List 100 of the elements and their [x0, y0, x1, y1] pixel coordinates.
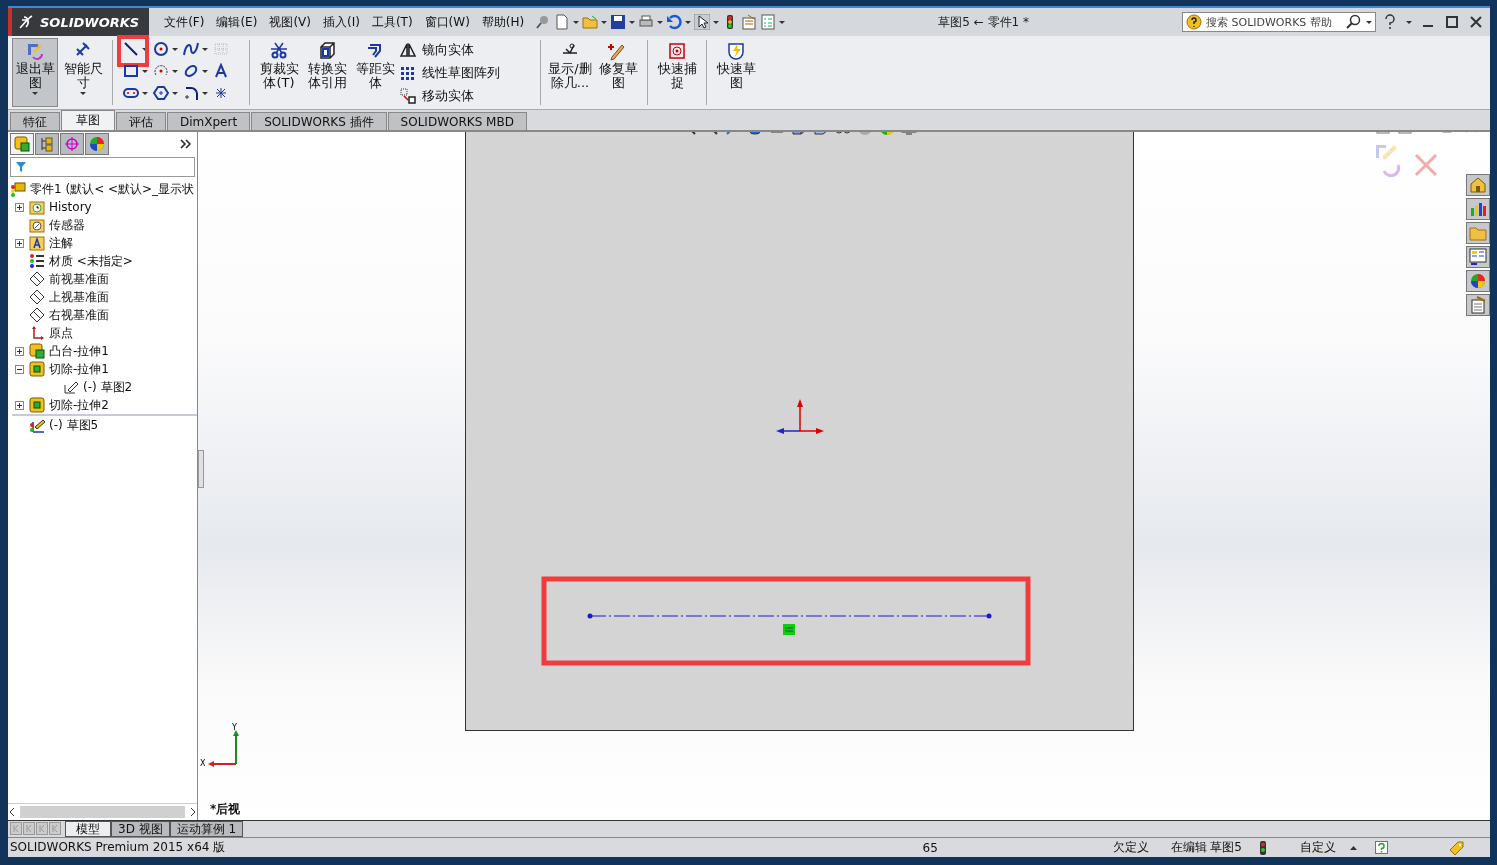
circle-tool-icon[interactable]: [153, 41, 169, 57]
tree-item[interactable]: 切除-拉伸1: [49, 360, 109, 378]
ribbon-tab[interactable]: SOLIDWORKS MBD: [387, 112, 527, 130]
printer-icon[interactable]: [638, 14, 655, 30]
units-menu[interactable]: 自定义: [1300, 839, 1336, 856]
model-tab[interactable]: 运动算例 1: [169, 821, 244, 837]
dot-grid-icon[interactable]: [400, 64, 416, 81]
ribbon-button[interactable]: 修复草图: [595, 38, 641, 107]
expand-toggle-icon[interactable]: [15, 238, 24, 248]
traffic-light-icon[interactable]: [1258, 840, 1268, 855]
ribbon-button[interactable]: 快速草图: [713, 38, 759, 107]
centerline-drawing[interactable]: [587, 613, 992, 619]
maximize-icon[interactable]: [1444, 14, 1460, 30]
polygon-tool-icon[interactable]: [153, 85, 169, 101]
collapse-toggle-icon[interactable]: [15, 364, 24, 374]
ribbon-tab[interactable]: 评估: [116, 112, 166, 130]
undo-icon[interactable]: [666, 14, 683, 30]
menu-item[interactable]: 视图(V): [264, 11, 316, 33]
options-icon[interactable]: [741, 14, 758, 30]
caret-icon[interactable]: [202, 68, 208, 74]
ribbon-button[interactable]: 移动实体: [400, 86, 534, 105]
save-icon[interactable]: [610, 14, 627, 30]
caret-icon[interactable]: [202, 90, 208, 96]
expand-toggle-icon[interactable]: [15, 346, 24, 356]
tree-item[interactable]: 切除-拉伸2: [49, 396, 109, 414]
menu-item[interactable]: 插入(I): [317, 11, 365, 33]
tree-item[interactable]: 右视基准面: [49, 306, 109, 324]
tree-item[interactable]: 零件1 (默认< <默认>_显示状: [30, 180, 195, 198]
caret-icon[interactable]: [172, 90, 178, 96]
ribbon-tab[interactable]: SOLIDWORKS 插件: [251, 112, 387, 130]
double-chevron-icon[interactable]: [180, 138, 191, 150]
tree-item[interactable]: 前视基准面: [49, 270, 109, 288]
caret-icon[interactable]: [779, 19, 786, 25]
caret-icon[interactable]: [172, 68, 178, 74]
checklist-icon[interactable]: [760, 14, 777, 30]
task-pane-tab[interactable]: [1466, 294, 1490, 316]
menu-item[interactable]: 帮助(H): [476, 11, 530, 33]
menu-item[interactable]: 文件(F): [159, 11, 210, 33]
caret-icon[interactable]: [202, 46, 208, 52]
tree-item[interactable]: 材质 <未指定>: [49, 252, 133, 270]
tree-item[interactable]: 原点: [49, 324, 73, 342]
caret-icon[interactable]: [629, 19, 636, 25]
move-icon[interactable]: [400, 87, 416, 104]
tree-item[interactable]: 凸台-拉伸1: [49, 342, 109, 360]
fillet-tool-icon[interactable]: [183, 85, 199, 101]
search-field[interactable]: 搜索 SOLIDWORKS 帮助: [1182, 12, 1376, 32]
help-icon[interactable]: [1382, 14, 1398, 30]
caret-icon[interactable]: [713, 19, 720, 25]
ribbon-button[interactable]: 镜向实体: [400, 40, 534, 59]
model-tab[interactable]: 模型: [65, 821, 111, 837]
caret-icon[interactable]: [142, 46, 148, 52]
target-icon[interactable]: [667, 41, 687, 61]
pointer-icon[interactable]: [694, 14, 711, 30]
rectangle-tool-icon[interactable]: [123, 63, 139, 79]
ribbon-button[interactable]: 转换实体引用: [304, 38, 350, 107]
tree-item[interactable]: 传感器: [49, 216, 85, 234]
caret-icon[interactable]: [142, 90, 148, 96]
panel-tab[interactable]: [10, 133, 34, 155]
ribbon-button[interactable]: 智能尺寸: [60, 38, 106, 107]
close-icon[interactable]: [1468, 14, 1484, 30]
ribbon-tab[interactable]: 特征: [10, 112, 60, 130]
tree-item[interactable]: (-) 草图2: [83, 378, 133, 396]
point-tool-icon[interactable]: [213, 85, 229, 101]
menu-item[interactable]: 工具(T): [366, 11, 418, 33]
ribbon-button[interactable]: 剪裁实体(T): [256, 38, 302, 107]
tree-item[interactable]: 上视基准面: [49, 288, 109, 306]
tag-icon[interactable]: [1448, 839, 1464, 856]
task-pane-tab[interactable]: [1466, 246, 1490, 268]
text-tool-icon[interactable]: [213, 63, 229, 79]
panel-tab[interactable]: [85, 133, 109, 155]
ellipse-tool-icon[interactable]: [183, 63, 199, 79]
expand-toggle-icon[interactable]: [15, 400, 24, 410]
task-pane-tab[interactable]: [1466, 198, 1490, 220]
spline-tool-icon[interactable]: [183, 41, 199, 57]
caret-icon[interactable]: [601, 19, 608, 25]
caret-icon[interactable]: [142, 68, 148, 74]
ribbon-button[interactable]: 快速捕捉: [654, 38, 700, 107]
tree-item[interactable]: (-) 草图5: [49, 416, 99, 434]
filter-field[interactable]: [10, 157, 195, 177]
caret-icon[interactable]: [1406, 19, 1412, 25]
caret-icon[interactable]: [685, 19, 692, 25]
scroll-right-icon[interactable]: [189, 807, 197, 817]
scrollbar[interactable]: [8, 803, 197, 820]
menu-item[interactable]: 窗口(W): [419, 11, 475, 33]
caret-icon[interactable]: [172, 46, 178, 52]
ribbon-button[interactable]: 退出草图: [12, 38, 58, 107]
panel-tab[interactable]: [35, 133, 59, 155]
ribbon-tab[interactable]: DimXpert: [167, 112, 251, 130]
ribbon-tab[interactable]: 草图: [61, 110, 115, 130]
tree-item[interactable]: History: [49, 200, 92, 214]
menu-item[interactable]: 编辑(E): [211, 11, 263, 33]
caret-icon[interactable]: [657, 19, 664, 25]
model-tab[interactable]: 3D 视图: [111, 821, 170, 837]
tree-item[interactable]: 注解: [49, 234, 73, 252]
line-tool-icon[interactable]: [123, 41, 139, 57]
task-pane-tab[interactable]: [1466, 270, 1490, 292]
ribbon-button[interactable]: 等距实体: [352, 38, 398, 107]
expand-toggle-icon[interactable]: [15, 202, 24, 212]
expand-up-icon[interactable]: [1350, 844, 1357, 851]
scroll-left-icon[interactable]: [8, 807, 16, 817]
